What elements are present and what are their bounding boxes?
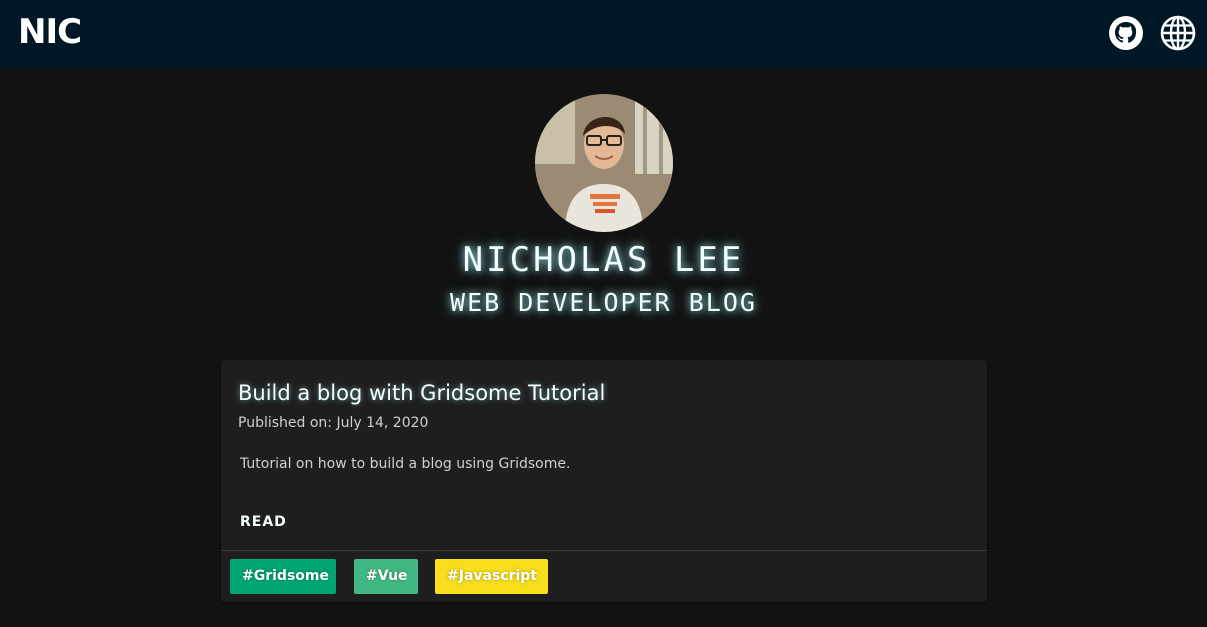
github-icon[interactable] [1108, 15, 1144, 51]
post-date: Published on: July 14, 2020 [238, 415, 429, 431]
post-description: Tutorial on how to build a blog using Gr… [240, 456, 571, 472]
post-card: Build a blog with Gridsome Tutorial Publ… [221, 360, 987, 602]
globe-icon[interactable] [1160, 15, 1196, 51]
card-divider [221, 550, 987, 551]
post-title[interactable]: Build a blog with Gridsome Tutorial [238, 378, 605, 408]
blog-tagline: WEB DEVELOPER BLOG [450, 288, 757, 317]
avatar [535, 94, 673, 232]
author-name: NICHOLAS LEE [462, 240, 745, 280]
top-navbar: NIC [0, 0, 1207, 68]
site-logo[interactable]: NIC [18, 12, 82, 52]
tag-javascript[interactable]: #Javascript [435, 559, 548, 594]
tag-vue[interactable]: #Vue [354, 559, 418, 594]
tag-gridsome[interactable]: #Gridsome [230, 559, 336, 594]
read-link[interactable]: READ [240, 512, 287, 532]
